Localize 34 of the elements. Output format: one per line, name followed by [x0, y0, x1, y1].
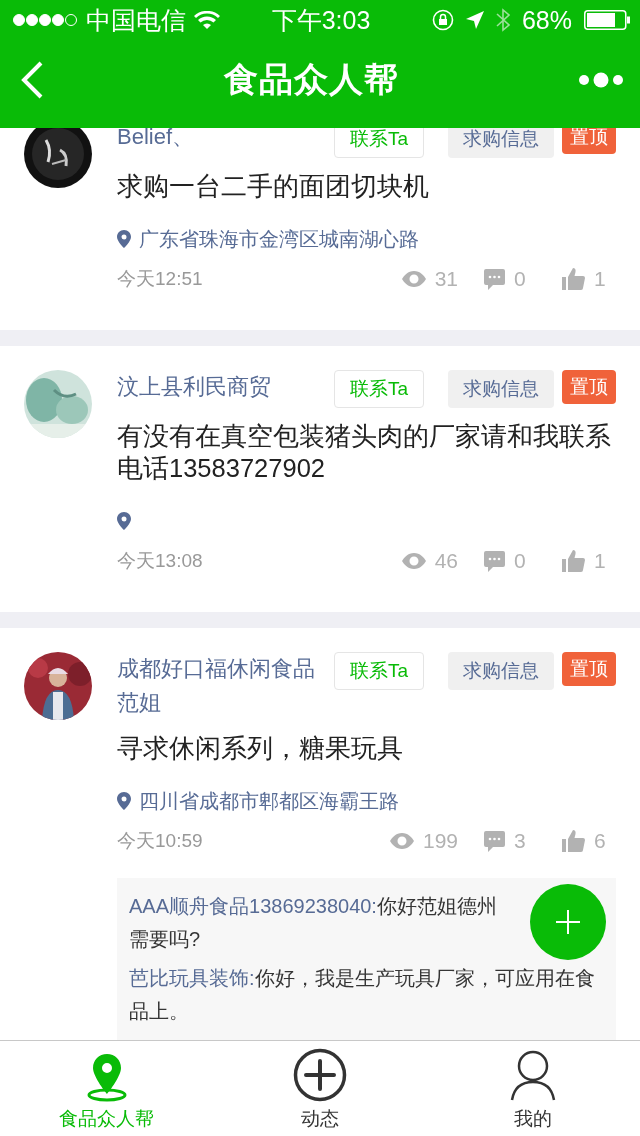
author-name[interactable]: Belief、	[117, 128, 319, 154]
location-text: 广东省珠海市金湾区城南湖心路	[139, 226, 419, 252]
view-count: 199	[422, 829, 458, 853]
view-count: 31	[434, 267, 458, 291]
comment-text: AAA顺舟食品13869238040:你好范姐德州 需要吗?	[129, 894, 497, 952]
pinned-tag: 置顶	[562, 128, 616, 154]
like-count: 6	[594, 829, 607, 853]
post-time: 今天12:51	[117, 267, 204, 291]
view-count: 46	[434, 549, 458, 573]
comment-count: 0	[514, 549, 527, 573]
post-time: 今天10:59	[117, 829, 204, 853]
category-tag: 求购信息	[448, 652, 554, 690]
like-count: 1	[594, 267, 607, 291]
page-title: 食品众人帮	[223, 59, 399, 100]
carrier-name: 中国电信	[86, 4, 186, 36]
pinned-tag: 置顶	[562, 370, 616, 404]
comment-count: 0	[514, 267, 527, 291]
post-content: 求购一台二手的面团切块机	[117, 171, 430, 202]
like-count: 1	[594, 549, 607, 573]
author-name[interactable]: 成都好口福休闲食品范姐	[117, 652, 319, 720]
comment-text: 芭比玩具装饰:你好，我是生产玩具厂家，可应用在食品上。	[129, 966, 596, 1024]
tab-item[interactable]: 我的	[426, 1041, 640, 1136]
status-time: 下午3:03	[271, 4, 371, 36]
comment-count: 3	[514, 829, 527, 853]
post-content: 有没有在真空包装猪头肉的厂家请和我联系电话13583727902	[117, 421, 612, 484]
battery-percentage: 68%	[521, 5, 572, 35]
post-content: 寻求休闲系列，糖果玩具	[117, 733, 404, 764]
tab-item[interactable]: 动态	[213, 1041, 427, 1136]
location-text: 四川省成都市郫都区海霸王路	[139, 788, 399, 814]
pinned-tag: 置顶	[562, 652, 616, 686]
category-tag: 求购信息	[448, 128, 554, 158]
category-tag: 求购信息	[448, 370, 554, 408]
author-name[interactable]: 汶上县利民商贸	[117, 370, 319, 404]
post-time: 今天13:08	[117, 549, 204, 573]
